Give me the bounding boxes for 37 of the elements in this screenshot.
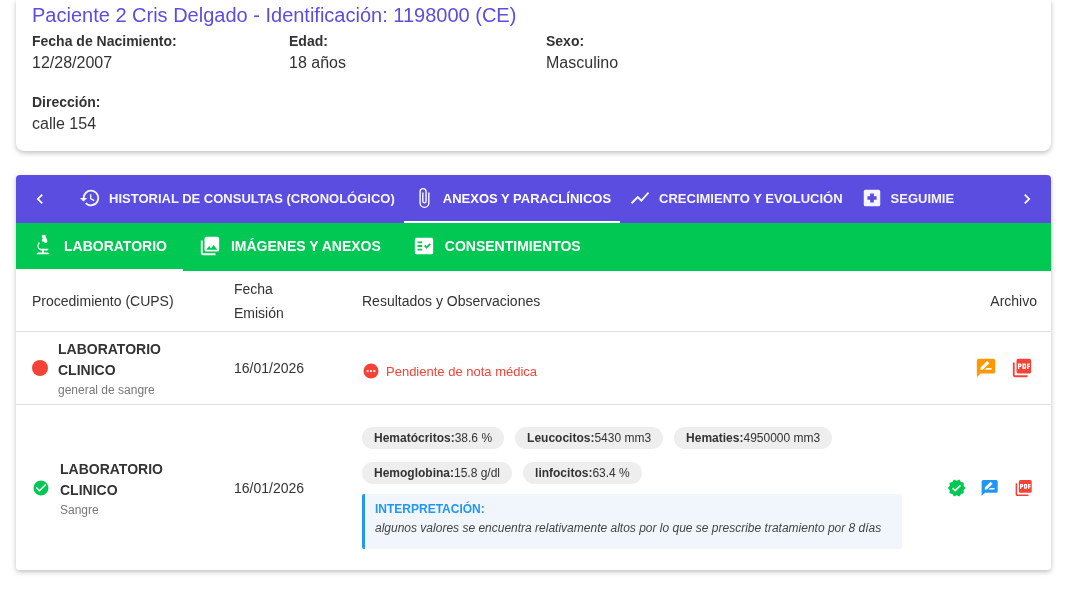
field-value: calle 154 bbox=[32, 115, 98, 133]
more-circle-icon bbox=[362, 362, 380, 380]
photo-library-icon bbox=[198, 235, 221, 257]
tab[interactable]: SEGUIMIE bbox=[851, 175, 964, 223]
procedure-detail: general de sangre bbox=[58, 383, 156, 397]
interpretation-text: algunos valores se encuentra relativamente altos por lo que se prescribe tratamiento por 8 días bbox=[375, 519, 883, 537]
interpretation-title: INTERPRETACIÓN: bbox=[375, 501, 486, 516]
result-chip: linfocitos:63.4 % bbox=[523, 461, 642, 484]
status-dot bbox=[32, 360, 48, 376]
checklist-icon bbox=[412, 235, 435, 257]
issue-date: 16/01/2026 bbox=[234, 479, 305, 496]
history-icon bbox=[79, 187, 101, 209]
field-label: Fecha de Nacimiento: bbox=[32, 33, 178, 49]
pdf-icon[interactable] bbox=[1011, 357, 1033, 379]
field-value: Masculino bbox=[546, 54, 620, 72]
result-chip: Hematócritos:38.6 % bbox=[362, 426, 505, 449]
procedure-name: LABORATORIO CLINICO bbox=[58, 340, 162, 380]
patient-title: Paciente 2 Cris Delgado - Identificación: 1198000 (CE) bbox=[32, 4, 518, 27]
issue-date: 16/01/2026 bbox=[234, 360, 305, 376]
procedure-name: LABORATORIO CLINICO bbox=[60, 459, 164, 500]
column-header: Procedimiento (CUPS) bbox=[32, 292, 174, 311]
result-chip: Leucocitos:5430 mm3 bbox=[515, 426, 664, 449]
result-chip: Hemoglobina:15.8 g/dl bbox=[362, 461, 513, 484]
field-value: 12/28/2007 bbox=[32, 54, 114, 72]
comment-edit-icon[interactable] bbox=[975, 357, 997, 379]
column-header: Fecha Emisión bbox=[234, 280, 285, 323]
result-chip: Hematies:4950000 mm3 bbox=[674, 426, 833, 449]
column-header: Resultados y Observaciones bbox=[362, 292, 541, 311]
tab[interactable]: HISTORIAL DE CONSULTAS (CRONOLÓGICO) bbox=[70, 175, 404, 223]
field-value: 18 años bbox=[289, 54, 347, 72]
field-label: Edad: bbox=[289, 33, 329, 49]
pending-note: Pendiente de nota médica bbox=[386, 363, 538, 379]
tab[interactable]: CRECIMIENTO Y EVOLUCIÓN bbox=[620, 175, 852, 223]
field-label: Sexo: bbox=[546, 33, 586, 49]
column-header: Archivo bbox=[990, 292, 1037, 311]
procedure-detail: Sangre bbox=[60, 502, 100, 517]
field-label: Dirección: bbox=[32, 94, 102, 110]
